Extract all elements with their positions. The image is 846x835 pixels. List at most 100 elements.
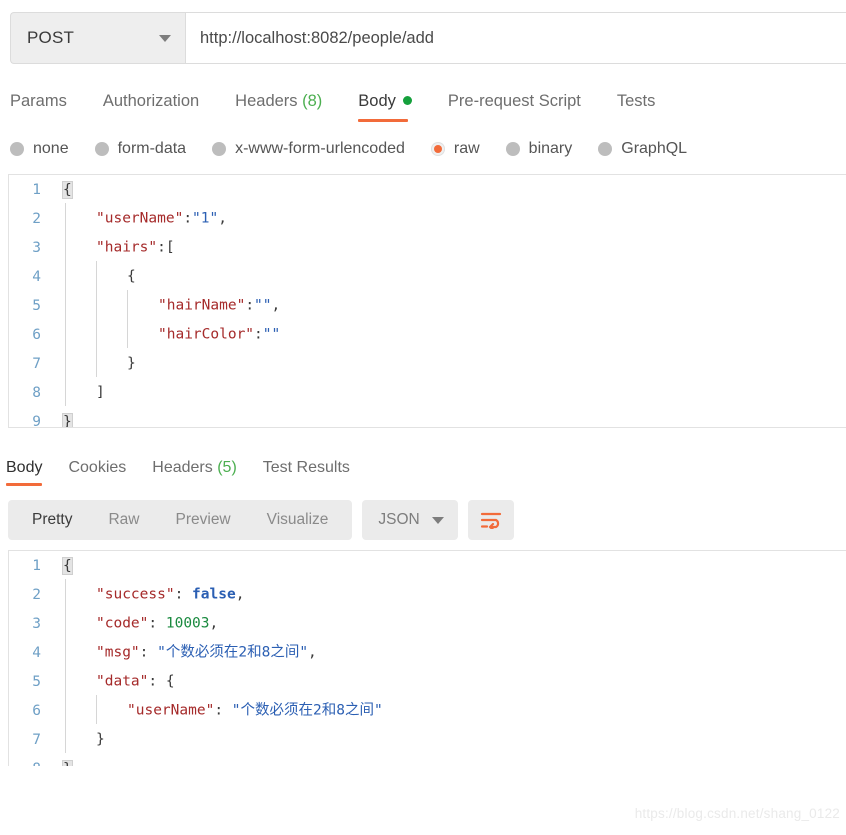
line-number: 2 [32, 586, 41, 603]
response-body-editor[interactable]: 1{2 "success": false, 3 "code": 10003, 4 "msg… [8, 550, 846, 766]
token: , [308, 644, 317, 661]
request-tab-label: Params [10, 92, 67, 110]
request-body-line: 4{ [9, 261, 846, 291]
body-type-label: raw [453, 140, 480, 157]
response-body-line: 6 "userName": "个数必须在2和8之间" [9, 695, 846, 725]
response-tab-cookies[interactable]: Cookies [68, 459, 126, 486]
request-body-line: 6 "hairColor":"" [9, 319, 846, 349]
token: "个数必须在2和8之间" [157, 644, 309, 661]
code-text: "hairColor":"" [57, 319, 846, 349]
code-text: "userName": "个数必须在2和8之间" [57, 695, 846, 725]
body-type-radio-none[interactable]: none [10, 140, 69, 158]
token: : [139, 644, 158, 661]
request-tab-label: Authorization [102, 92, 200, 110]
token: : [157, 239, 166, 256]
request-body-line: 5 "hairName":"", [9, 290, 846, 320]
line-number: 9 [32, 413, 41, 428]
code-text: "code": 10003, [57, 608, 846, 638]
code-text: { [57, 181, 846, 198]
code-text: ] [57, 377, 846, 407]
wrap-lines-button[interactable] [467, 500, 514, 540]
body-type-radio-x-www-form-urlencoded[interactable]: x-www-form-urlencoded [212, 140, 405, 158]
body-type-label: binary [528, 140, 573, 157]
request-tab-tests[interactable]: Tests [617, 92, 678, 122]
line-number: 4 [32, 268, 41, 285]
line-number: 6 [32, 702, 41, 719]
response-view-switcher: Pretty Raw Preview Visualize [8, 500, 353, 540]
indent-guide [65, 666, 66, 695]
response-tab-label: Test Results [262, 459, 350, 476]
token: "hairName" [158, 297, 246, 314]
line-number: 7 [32, 355, 41, 372]
request-body-line: 2 "userName":"1", [9, 203, 846, 233]
body-type-radio-form-data[interactable]: form-data [94, 140, 186, 158]
response-view-visualize[interactable]: Visualize [249, 511, 347, 529]
line-number: 1 [32, 181, 41, 198]
response-tab-body[interactable]: Body [6, 459, 43, 486]
http-method-select[interactable]: POST [10, 12, 185, 64]
radio-icon [505, 142, 520, 156]
token: "hairColor" [158, 326, 255, 343]
body-type-radio-graphql[interactable]: GraphQL [598, 140, 687, 158]
indent-guide [96, 290, 97, 319]
request-url-input[interactable]: http://localhost:8082/people/add [185, 12, 846, 64]
response-tab-label: Headers [152, 459, 213, 476]
token: "userName" [127, 702, 215, 719]
response-tab-headers[interactable]: Headers (5) [152, 459, 236, 486]
response-body-line: 2 "success": false, [9, 579, 846, 609]
request-url-bar: POST http://localhost:8082/people/add [10, 12, 846, 64]
indent-guide [96, 348, 97, 377]
indent-guide [65, 203, 66, 232]
response-format-select[interactable]: JSON [362, 500, 458, 540]
code-text: } [57, 760, 846, 766]
body-type-label: none [33, 140, 69, 157]
request-tab-headers[interactable]: Headers (8) [235, 92, 344, 122]
request-tab-pre-request-script[interactable]: Pre-request Script [448, 92, 603, 122]
request-body-line: 3 "hairs":[ [9, 232, 846, 262]
code-text: { [57, 557, 846, 574]
token: } [96, 731, 105, 748]
response-tab-label: Cookies [68, 459, 127, 476]
radio-icon [598, 142, 613, 156]
request-body-line: 1{ [9, 175, 846, 204]
token: , [235, 586, 245, 603]
line-number: 3 [32, 615, 41, 632]
request-body-line: 8] [9, 377, 846, 407]
code-text: "hairs":[ [57, 232, 846, 262]
watermark: https://blog.csdn.net/shang_0122 [634, 806, 840, 821]
response-tab-test-results[interactable]: Test Results [263, 459, 350, 486]
body-type-radio-binary[interactable]: binary [505, 140, 573, 158]
response-body-line: 7} [9, 724, 846, 754]
active-tab-underline [358, 119, 408, 122]
token: "" [262, 326, 281, 343]
request-tabs: Params Authorization Headers (8) Body Pre-re… [10, 84, 846, 122]
line-number: 8 [9, 761, 57, 767]
response-view-raw[interactable]: Raw [90, 511, 157, 529]
line-number: 5 [32, 297, 41, 314]
token: 10003 [165, 615, 210, 632]
request-body-editor[interactable]: 1{2 "userName":"1", 3 "hairs":[4{5 "hairName… [8, 174, 846, 428]
indent-guide [65, 377, 66, 406]
chevron-down-icon [159, 34, 171, 42]
token: } [63, 413, 72, 428]
token: , [218, 210, 227, 227]
indent-guide [65, 608, 66, 637]
token: "userName" [96, 210, 184, 227]
body-type-radio-raw[interactable]: raw [430, 140, 480, 158]
request-tab-body[interactable]: Body [358, 92, 434, 122]
request-url-value: http://localhost:8082/people/add [200, 28, 434, 47]
request-tab-authorization[interactable]: Authorization [103, 92, 221, 122]
token: false [192, 586, 236, 603]
body-type-label: x-www-form-urlencoded [235, 140, 405, 157]
response-view-preview[interactable]: Preview [158, 511, 249, 529]
token: [ [165, 239, 175, 256]
line-number: 2 [32, 210, 41, 227]
indent-guide [65, 695, 66, 724]
response-view-pretty[interactable]: Pretty [14, 511, 90, 529]
token: : [254, 326, 263, 343]
response-body-line: 1{ [9, 551, 846, 580]
request-tab-label: Headers [235, 92, 298, 110]
http-method-label: POST [27, 28, 75, 47]
indent-guide [65, 348, 66, 377]
request-tab-params[interactable]: Params [10, 92, 89, 122]
